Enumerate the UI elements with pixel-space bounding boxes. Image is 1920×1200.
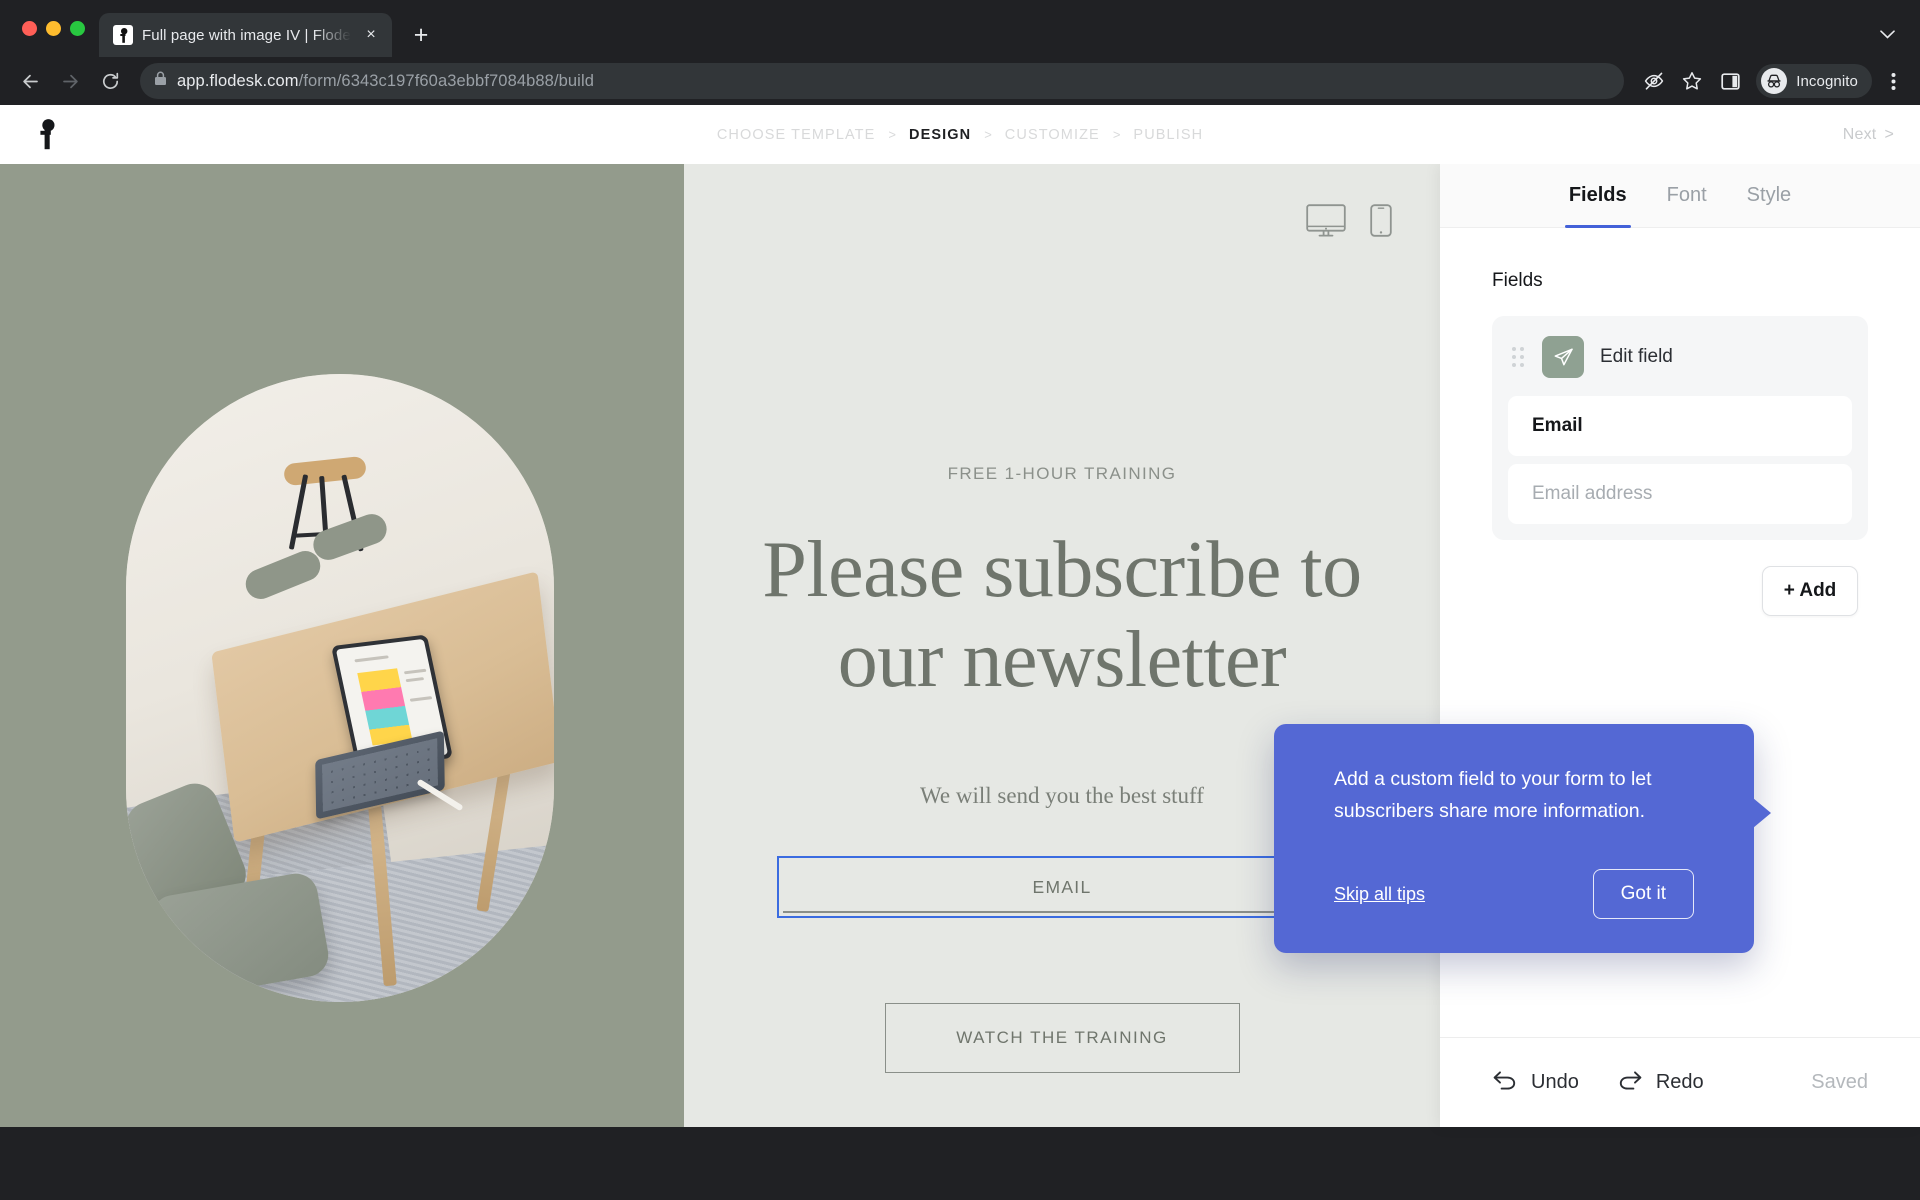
browser-tab[interactable]: Full page with image IV | Flodesk × [99, 13, 392, 57]
minimize-window-button[interactable] [46, 21, 61, 36]
fields-section-title: Fields [1492, 270, 1543, 291]
desktop-monitor-icon[interactable] [1306, 204, 1346, 237]
flodesk-app: CHOOSE TEMPLATE > DESIGN > CUSTOMIZE > P… [0, 105, 1920, 1127]
photo-tablet-text-line [409, 696, 433, 702]
form-headline[interactable]: Please subscribe to our newsletter [742, 526, 1382, 705]
incognito-icon [1761, 68, 1788, 94]
form-email-field[interactable]: EMAIL [777, 856, 1347, 919]
breadcrumb-separator: > [888, 127, 896, 142]
photo-tablet-text-line [403, 668, 427, 674]
form-canvas: FREE 1-HOUR TRAINING Please subscribe to… [684, 164, 1440, 1127]
paper-plane-icon[interactable] [1542, 336, 1584, 378]
save-status: Saved [1811, 1071, 1868, 1093]
breadcrumb: CHOOSE TEMPLATE > DESIGN > CUSTOMIZE > P… [0, 127, 1920, 143]
step-customize[interactable]: CUSTOMIZE [1005, 127, 1100, 143]
field-card-header: Edit field [1508, 332, 1852, 388]
flodesk-f-icon [113, 25, 133, 45]
arch-photo [126, 374, 554, 1002]
step-publish[interactable]: PUBLISH [1133, 127, 1203, 143]
onboarding-tooltip: Add a custom field to your form to let s… [1274, 724, 1771, 954]
tab-style[interactable]: Style [1747, 164, 1791, 228]
photo-tablet-artwork [357, 668, 413, 746]
next-button[interactable]: Next > [1843, 126, 1894, 144]
close-window-button[interactable] [22, 21, 37, 36]
redo-label: Redo [1655, 1071, 1704, 1093]
app-body: FREE 1-HOUR TRAINING Please subscribe to… [0, 164, 1920, 1127]
skip-all-tips-link[interactable]: Skip all tips [1334, 884, 1425, 905]
drag-handle-icon[interactable] [1510, 345, 1526, 369]
field-card-label: Edit field [1600, 346, 1673, 367]
back-arrow-icon[interactable] [12, 63, 48, 99]
profile-label: Incognito [1796, 72, 1858, 90]
redo-button[interactable]: Redo [1617, 1070, 1704, 1096]
kebab-menu-icon[interactable] [1878, 63, 1908, 99]
field-card-email[interactable]: Edit field Email Email address [1492, 316, 1868, 540]
form-image-panel[interactable] [0, 164, 684, 1127]
editor-side-panel: Fields Font Style Fields Edit field Emai… [1440, 164, 1920, 1127]
forward-arrow-icon[interactable] [52, 63, 88, 99]
got-it-button[interactable]: Got it [1592, 869, 1694, 920]
tab-fields[interactable]: Fields [1564, 164, 1631, 228]
tab-title: Full page with image IV | Flodesk [142, 26, 351, 44]
form-email-label: EMAIL [1032, 876, 1092, 897]
add-field-button[interactable]: + Add [1762, 566, 1858, 616]
maximize-window-button[interactable] [70, 21, 85, 36]
mobile-phone-icon[interactable] [1370, 204, 1392, 237]
add-field-row: + Add [1492, 566, 1868, 616]
breadcrumb-separator: > [984, 127, 992, 142]
chevron-down-icon[interactable] [1870, 17, 1904, 51]
tooltip-actions: Skip all tips Got it [1334, 869, 1694, 920]
window-traffic-lights[interactable] [14, 0, 99, 57]
next-label: Next [1842, 125, 1877, 143]
close-icon[interactable]: × [360, 24, 382, 46]
url-text: app.flodesk.com/form/6343c197f60a3ebbf70… [177, 72, 594, 91]
flodesk-logo[interactable] [26, 119, 66, 150]
step-choose-template[interactable]: CHOOSE TEMPLATE [717, 127, 876, 143]
browser-chrome: Full page with image IV | Flodesk × + ap… [0, 0, 1920, 105]
field-name-input[interactable]: Email [1508, 396, 1852, 456]
undo-button[interactable]: Undo [1492, 1070, 1579, 1096]
breadcrumb-separator: > [1112, 127, 1121, 142]
undo-arrow-icon [1492, 1070, 1518, 1096]
tab-font[interactable]: Font [1667, 164, 1707, 228]
eye-slash-icon[interactable] [1636, 63, 1672, 99]
profile-chip[interactable]: Incognito [1756, 64, 1872, 98]
photo-tablet-text-line [405, 677, 425, 682]
device-toggle [1306, 204, 1392, 237]
side-panel-icon[interactable] [1712, 63, 1748, 99]
undo-label: Undo [1531, 1071, 1579, 1093]
photo-tablet-text-line [354, 655, 389, 662]
chevron-right-icon: > [1884, 125, 1894, 143]
tooltip-text: Add a custom field to your form to let s… [1334, 768, 1652, 822]
tab-strip: Full page with image IV | Flodesk × + [0, 0, 1920, 57]
redo-arrow-icon [1617, 1070, 1643, 1096]
new-tab-button[interactable]: + [404, 18, 438, 52]
panel-footer: Undo Redo Saved [1440, 1037, 1920, 1127]
form-eyebrow[interactable]: FREE 1-HOUR TRAINING [948, 464, 1177, 484]
url-path: /form/6343c197f60a3ebbf7084b88/build [298, 71, 594, 90]
lock-icon [154, 71, 167, 91]
app-header: CHOOSE TEMPLATE > DESIGN > CUSTOMIZE > P… [0, 105, 1920, 164]
omnibox-toolbar: app.flodesk.com/form/6343c197f60a3ebbf70… [0, 57, 1920, 105]
address-bar[interactable]: app.flodesk.com/form/6343c197f60a3ebbf70… [140, 63, 1625, 99]
panel-tabs: Fields Font Style [1440, 164, 1920, 228]
step-design[interactable]: DESIGN [909, 127, 971, 143]
url-host: app.flodesk.com [177, 71, 299, 90]
form-cta-button[interactable]: WATCH THE TRAINING [884, 1003, 1240, 1074]
form-subtext[interactable]: We will send you the best stuff [920, 783, 1204, 809]
omnibox-actions: Incognito [1636, 63, 1908, 99]
star-icon[interactable] [1674, 63, 1710, 99]
field-placeholder-input[interactable]: Email address [1508, 464, 1852, 524]
reload-icon[interactable] [92, 63, 128, 99]
